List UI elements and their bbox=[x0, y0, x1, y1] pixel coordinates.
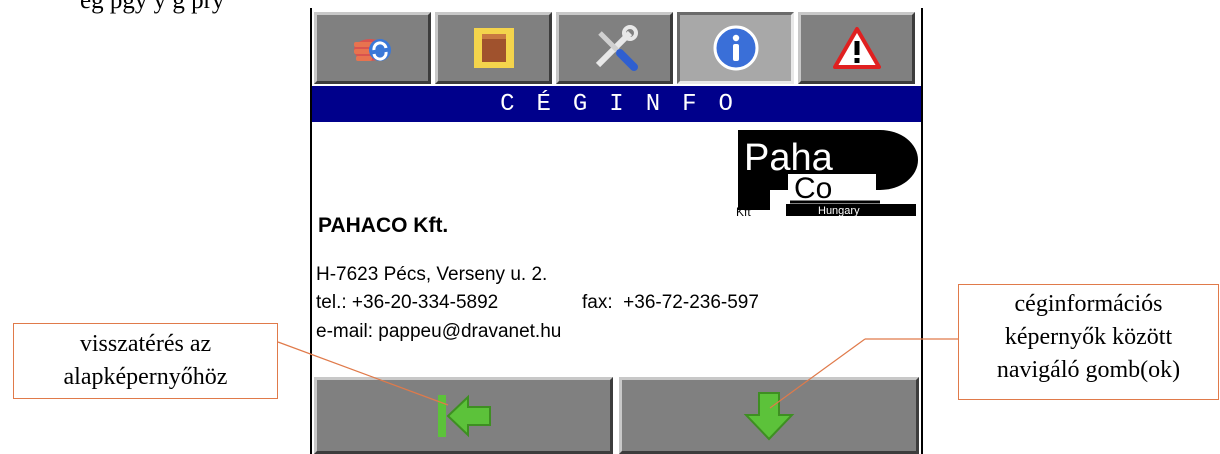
tab-alarms[interactable] bbox=[798, 12, 915, 84]
logo-kft-text: Kft bbox=[736, 205, 751, 217]
callout-back-button: visszatérés az alapképernyőhöz bbox=[13, 323, 278, 399]
logo-co-text: Co bbox=[794, 172, 832, 205]
address-line: H-7623 Pécs, Verseny u. 2. bbox=[316, 264, 548, 285]
hmi-panel: CÉGINFO Paha Co Kft Hungary PAHACO Kft. … bbox=[310, 8, 923, 454]
info-icon bbox=[713, 25, 758, 71]
hand-refresh-icon bbox=[353, 39, 391, 61]
email-line: e-mail: pappeu@dravanet.hu bbox=[316, 321, 562, 342]
warning-icon bbox=[832, 27, 881, 69]
package-box-icon bbox=[473, 28, 514, 68]
tab-product[interactable] bbox=[435, 12, 552, 84]
callout-nav-line2: képernyők között bbox=[1004, 324, 1173, 350]
next-info-screen-button[interactable] bbox=[619, 377, 919, 454]
fax-line: fax: +36-72-236-597 bbox=[582, 292, 759, 313]
tab-bar bbox=[312, 12, 921, 90]
screen-title: CÉGINFO bbox=[312, 86, 921, 122]
company-name: PAHACO Kft. bbox=[318, 214, 449, 237]
tab-info[interactable] bbox=[677, 12, 794, 84]
callout-nav-line1: céginformációs bbox=[1014, 291, 1163, 317]
screen-title-text: CÉGINFO bbox=[500, 91, 755, 118]
back-to-home-button[interactable] bbox=[314, 377, 613, 454]
tel-line: tel.: +36-20-334-5892 bbox=[316, 292, 499, 313]
tab-manual-control[interactable] bbox=[314, 12, 431, 84]
callout-back-line2: alapképernyőhöz bbox=[63, 364, 228, 390]
tools-icon bbox=[595, 25, 638, 71]
down-arrow-icon bbox=[743, 391, 795, 440]
document-text-top: ég pgy y g pry bbox=[80, 0, 225, 14]
callout-back-line1: visszatérés az bbox=[79, 331, 212, 357]
tab-settings[interactable] bbox=[556, 12, 673, 84]
logo-hungary-text: Hungary bbox=[818, 205, 860, 217]
callout-nav-buttons: céginformációs képernyők között navigáló… bbox=[958, 284, 1219, 400]
callout-nav-line3: navigáló gomb(ok) bbox=[996, 357, 1181, 383]
company-logo: Paha Co Kft Hungary bbox=[736, 130, 918, 217]
back-to-home-arrow-icon bbox=[437, 394, 491, 437]
